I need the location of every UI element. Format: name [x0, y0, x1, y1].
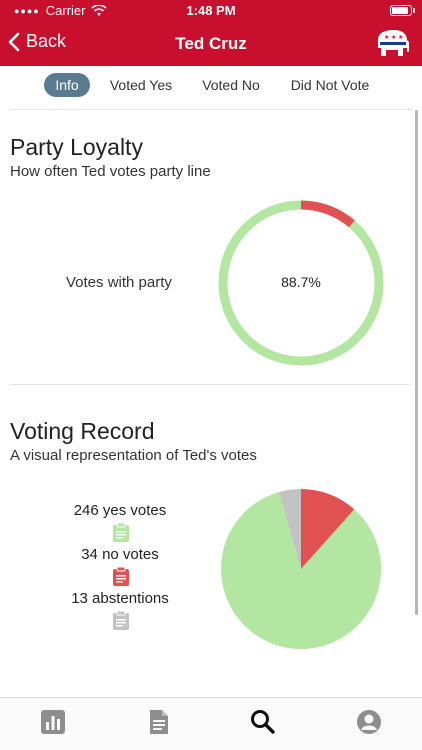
section-divider	[10, 384, 412, 385]
tab-voted-no[interactable]: Voted No	[196, 73, 266, 97]
loyalty-percent: 88.7%	[281, 274, 321, 290]
republican-elephant-icon: ★ ★ ★	[378, 30, 409, 56]
clipboard-icon	[113, 610, 129, 630]
abstentions-label: 13 abstentions	[71, 590, 169, 607]
ring-segment-against-party	[300, 200, 355, 228]
search-icon[interactable]	[249, 708, 277, 736]
page-title: Ted Cruz	[175, 34, 247, 53]
clipboard-icon	[113, 522, 129, 542]
document-icon[interactable]	[145, 708, 173, 736]
clock: 1:48 PM	[186, 3, 236, 18]
segment-divider	[10, 109, 412, 110]
voting-record-title: Voting Record	[10, 418, 155, 444]
no-votes-label: 34 no votes	[81, 546, 159, 563]
party-loyalty-subtitle: How often Ted votes party line	[10, 163, 211, 180]
tab-info[interactable]: Info	[44, 73, 90, 97]
tab-bar	[0, 697, 422, 750]
profile-icon[interactable]	[355, 708, 383, 736]
segmented-control: Info Voted Yes Voted No Did Not Vote	[0, 70, 422, 100]
clipboard-icon	[113, 566, 129, 586]
tab-did-not-vote[interactable]: Did Not Vote	[286, 73, 374, 97]
party-loyalty-title: Party Loyalty	[10, 134, 143, 160]
bar-chart-icon[interactable]	[39, 708, 67, 736]
voting-record-pie-chart	[221, 489, 381, 649]
tab-voted-yes[interactable]: Voted Yes	[104, 73, 178, 97]
navigation-bar: Back Ted Cruz ★ ★ ★	[0, 22, 422, 66]
status-bar: ●●●● Carrier 1:48 PM	[0, 0, 422, 22]
svg-text:★: ★	[391, 34, 396, 41]
votes-with-party-label: Votes with party	[66, 274, 172, 291]
svg-text:★: ★	[384, 34, 389, 41]
yes-votes-label: 246 yes votes	[73, 502, 167, 519]
svg-text:★: ★	[398, 34, 403, 41]
scrollbar[interactable]	[415, 110, 418, 615]
battery-icon	[390, 5, 415, 16]
voting-record-subtitle: A visual representation of Ted's votes	[10, 447, 257, 464]
